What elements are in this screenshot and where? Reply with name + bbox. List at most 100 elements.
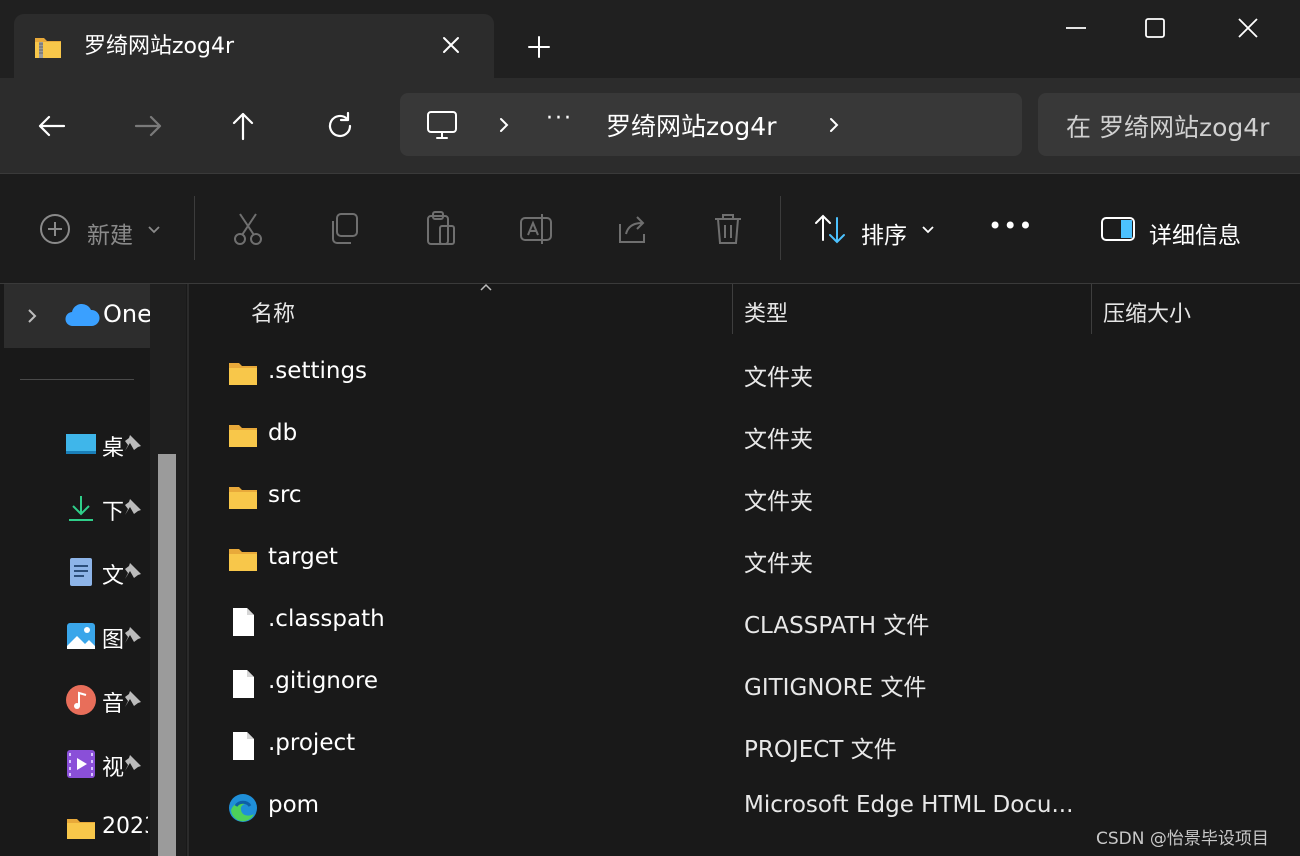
sort-ascending-icon <box>480 283 492 291</box>
tab-title: 罗绮网站zog4r <box>84 34 235 59</box>
file-type: 文件夹 <box>744 551 813 577</box>
divider <box>780 196 781 260</box>
sidebar-item-music[interactable]: 音 <box>0 678 150 722</box>
list-item[interactable]: target 文件夹 <box>189 530 1300 592</box>
details-pane-icon <box>1101 217 1135 241</box>
pin-icon <box>125 435 141 451</box>
copy-button[interactable] <box>326 210 362 248</box>
new-icon <box>40 214 70 244</box>
navigation-bar: ··· 罗绮网站zog4r 在 罗绮网站zog4r <box>0 78 1300 173</box>
share-button[interactable] <box>614 210 650 248</box>
up-button[interactable] <box>225 108 261 144</box>
search-placeholder: 在 罗绮网站zog4r <box>1066 113 1270 142</box>
cut-button[interactable] <box>230 210 266 248</box>
file-name: .project <box>268 730 356 756</box>
file-type: 文件夹 <box>744 427 813 453</box>
maximize-button[interactable] <box>1135 12 1175 44</box>
sidebar-item-pictures[interactable]: 图 <box>0 614 150 658</box>
list-item[interactable]: src 文件夹 <box>189 468 1300 530</box>
more-options-button[interactable]: ••• <box>988 212 1033 240</box>
list-item[interactable]: db 文件夹 <box>189 406 1300 468</box>
file-type: Microsoft Edge HTML Docu... <box>744 792 1074 818</box>
folder-icon <box>229 487 257 509</box>
delete-button[interactable] <box>710 210 746 248</box>
command-bar: 新建 排序 ••• 详细信息 <box>0 174 1300 284</box>
column-divider[interactable] <box>732 284 733 334</box>
watermark: CSDN @怡景毕设项目 <box>1096 829 1269 849</box>
chevron-right-icon[interactable] <box>496 115 512 135</box>
desktop-icon <box>66 434 96 454</box>
sidebar-item-label: One <box>103 300 152 328</box>
zip-folder-icon <box>35 38 61 58</box>
list-item[interactable]: .settings 文件夹 <box>189 344 1300 406</box>
back-button[interactable] <box>34 108 70 144</box>
chevron-down-icon[interactable] <box>144 210 164 248</box>
sidebar-item-videos[interactable]: 视 <box>0 742 150 786</box>
tab-current[interactable]: 罗绮网站zog4r <box>14 14 494 78</box>
sort-button[interactable]: 排序 <box>861 216 907 250</box>
documents-icon <box>70 558 92 586</box>
refresh-button[interactable] <box>322 108 358 144</box>
breadcrumb-overflow[interactable]: ··· <box>546 106 573 131</box>
minimize-button[interactable] <box>1056 12 1096 44</box>
pin-icon <box>125 563 141 579</box>
file-icon <box>233 608 254 636</box>
file-type: 文件夹 <box>744 489 813 515</box>
sidebar-item-downloads[interactable]: 下 <box>0 486 150 530</box>
chevron-right-icon[interactable] <box>826 115 842 135</box>
rename-button[interactable] <box>518 210 554 248</box>
file-icon <box>233 670 254 698</box>
file-type: GITIGNORE 文件 <box>744 675 927 701</box>
search-box[interactable]: 在 罗绮网站zog4r <box>1038 93 1300 156</box>
edge-icon <box>229 794 257 822</box>
column-header-size[interactable]: 压缩大小 <box>1103 296 1191 328</box>
this-pc-icon[interactable] <box>424 107 460 143</box>
pictures-icon <box>67 623 95 649</box>
file-list: 名称 类型 压缩大小 .settings 文件夹 db 文件夹 src 文件夹 … <box>189 283 1300 856</box>
column-divider[interactable] <box>1091 284 1092 334</box>
sort-icon <box>815 214 845 244</box>
new-button[interactable]: 新建 <box>87 216 133 250</box>
file-icon <box>233 732 254 760</box>
file-type: CLASSPATH 文件 <box>744 613 930 639</box>
folder-icon <box>229 363 257 385</box>
pin-icon <box>125 691 141 707</box>
details-button[interactable]: 详细信息 <box>1149 216 1241 250</box>
list-item[interactable]: .classpath CLASSPATH 文件 <box>189 592 1300 654</box>
new-tab-button[interactable] <box>524 32 554 62</box>
chevron-right-icon[interactable] <box>24 306 40 326</box>
pin-icon <box>125 755 141 771</box>
title-bar: 罗绮网站zog4r <box>0 0 1300 78</box>
file-name: db <box>268 420 298 446</box>
folder-icon <box>229 425 257 447</box>
navigation-pane: One 桌 下 文 图 音 视 202 <box>0 284 188 856</box>
file-name: .classpath <box>268 606 385 632</box>
folder-icon <box>67 819 95 839</box>
folder-icon <box>229 549 257 571</box>
close-window-button[interactable] <box>1228 12 1268 44</box>
sidebar-item-onedrive[interactable]: One <box>4 284 152 348</box>
column-header-name[interactable]: 名称 <box>251 296 295 328</box>
file-name: .settings <box>268 358 368 384</box>
forward-button[interactable] <box>130 108 166 144</box>
file-name: target <box>268 544 338 570</box>
sidebar-item-desktop[interactable]: 桌 <box>0 422 150 466</box>
pin-icon <box>125 499 141 515</box>
videos-icon <box>67 750 95 778</box>
list-item[interactable]: .gitignore GITIGNORE 文件 <box>189 654 1300 716</box>
breadcrumb-current[interactable]: 罗绮网站zog4r <box>606 107 776 143</box>
sidebar-item-documents[interactable]: 文 <box>0 550 150 594</box>
list-item[interactable]: .project PROJECT 文件 <box>189 716 1300 778</box>
sidebar-item-label: 2023 <box>102 814 148 839</box>
onedrive-icon <box>65 303 100 327</box>
paste-button[interactable] <box>422 210 458 248</box>
sidebar-item-folder-2023[interactable]: 2023 <box>0 806 150 850</box>
chevron-down-icon[interactable] <box>918 210 938 248</box>
column-header-type[interactable]: 类型 <box>744 296 788 328</box>
pin-icon <box>125 627 141 643</box>
address-bar[interactable]: ··· 罗绮网站zog4r <box>400 93 1022 156</box>
scrollbar-thumb[interactable] <box>158 454 176 856</box>
file-name: pom <box>268 792 320 818</box>
close-icon[interactable] <box>438 32 464 58</box>
music-icon <box>66 685 96 715</box>
